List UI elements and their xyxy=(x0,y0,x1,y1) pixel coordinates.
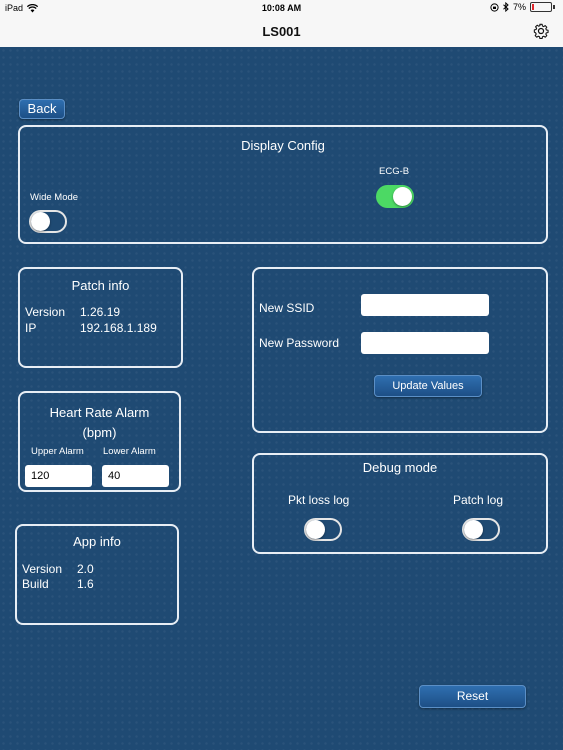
app-build-label: Build xyxy=(22,577,49,591)
patch-ip-value: 192.168.1.189 xyxy=(80,321,157,335)
toggle-knob xyxy=(31,212,50,231)
patch-log-label: Patch log xyxy=(453,493,504,507)
debug-mode-panel: Debug mode Pkt loss log Patch log xyxy=(252,453,548,554)
lower-alarm-label: Lower Alarm xyxy=(103,446,156,457)
app-info-title: App info xyxy=(73,534,121,549)
patch-info-panel: Patch info Version 1.26.19 IP 192.168.1.… xyxy=(18,267,183,368)
patch-info-title: Patch info xyxy=(71,278,130,293)
reset-button[interactable]: Reset xyxy=(419,685,526,708)
ecg-b-toggle[interactable] xyxy=(376,185,414,208)
upper-alarm-label: Upper Alarm xyxy=(31,446,84,457)
patch-log-toggle[interactable] xyxy=(462,518,500,541)
wifi-config-panel: New SSID New Password Update Values xyxy=(252,267,548,433)
app-build-value: 1.6 xyxy=(77,577,94,591)
ecg-b-label: ECG-B xyxy=(379,166,410,177)
toggle-knob xyxy=(393,187,412,206)
app-info-panel: App info Version 2.0 Build 1.6 xyxy=(15,524,179,625)
debug-mode-title: Debug mode xyxy=(362,460,438,475)
status-bar: iPad 10:08 AM 7% xyxy=(0,0,563,16)
upper-alarm-input[interactable]: 120 xyxy=(25,465,92,487)
password-label: New Password xyxy=(259,336,340,350)
main-content: Back Display Config Wide Mode ECG-B Patc… xyxy=(0,47,563,750)
back-button[interactable]: Back xyxy=(19,99,65,119)
password-input[interactable] xyxy=(361,332,489,354)
patch-version-value: 1.26.19 xyxy=(80,305,121,319)
lower-alarm-input[interactable]: 40 xyxy=(102,465,169,487)
pkt-loss-toggle[interactable] xyxy=(304,518,342,541)
patch-version-label: Version xyxy=(25,305,66,319)
display-config-panel: Display Config Wide Mode ECG-B xyxy=(18,125,548,244)
orientation-lock-icon xyxy=(490,2,499,12)
ssid-label: New SSID xyxy=(259,301,315,315)
app-version-label: Version xyxy=(22,562,63,576)
patch-ip-label: IP xyxy=(25,321,37,335)
heart-rate-unit: (bpm) xyxy=(82,425,117,440)
battery-percent: 7% xyxy=(512,2,526,12)
ssid-input[interactable] xyxy=(361,294,489,316)
battery-cap xyxy=(553,5,555,9)
bluetooth-icon xyxy=(503,2,509,12)
app-version-value: 2.0 xyxy=(77,562,94,576)
update-values-button[interactable]: Update Values xyxy=(374,375,482,397)
toggle-knob xyxy=(464,520,483,539)
status-time: 10:08 AM xyxy=(261,3,302,13)
heart-rate-alarm-panel: Heart Rate Alarm (bpm) Upper Alarm Lower… xyxy=(18,391,181,492)
gear-icon[interactable] xyxy=(533,23,549,39)
wide-mode-toggle[interactable] xyxy=(29,210,67,233)
page-title: LS001 xyxy=(262,24,301,39)
pkt-loss-label: Pkt loss log xyxy=(288,493,350,507)
status-right: 7% xyxy=(490,2,555,12)
wide-mode-label: Wide Mode xyxy=(30,192,79,203)
display-config-title: Display Config xyxy=(241,138,325,153)
battery-icon xyxy=(530,2,552,12)
navigation-bar: LS001 xyxy=(0,16,563,48)
heart-rate-alarm-title: Heart Rate Alarm xyxy=(49,405,150,420)
toggle-knob xyxy=(306,520,325,539)
